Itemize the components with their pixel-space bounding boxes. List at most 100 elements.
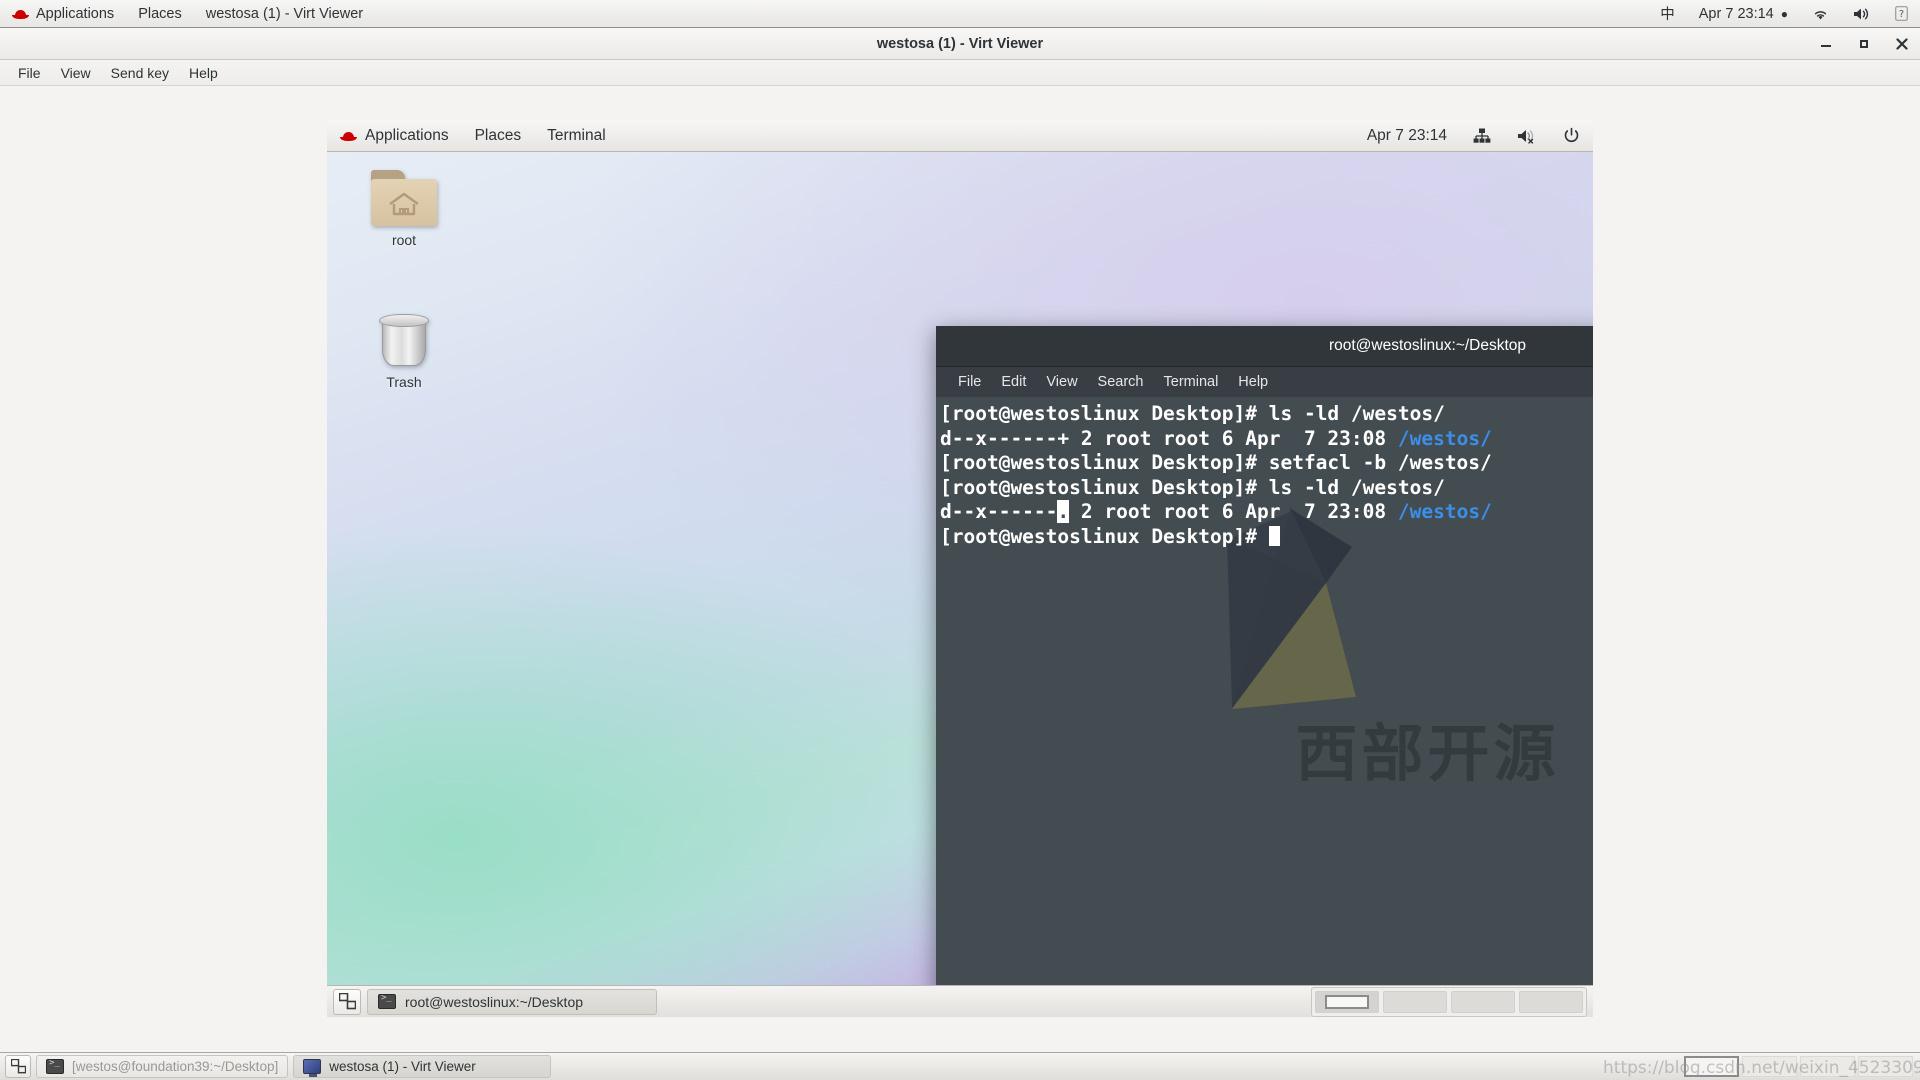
workspace-switcher[interactable]: [1311, 986, 1587, 1017]
host-places-menu[interactable]: Places: [126, 0, 194, 28]
guest-clock[interactable]: Apr 7 23:14: [1354, 120, 1460, 152]
guest-taskbar: root@westoslinux:~/Desktop: [327, 985, 1593, 1017]
guest-task-terminal[interactable]: root@westoslinux:~/Desktop: [367, 988, 657, 1015]
workspace-2[interactable]: [1383, 990, 1447, 1013]
guest-places-menu[interactable]: Places: [462, 120, 535, 152]
terminal-line: [root@westoslinux Desktop]# ls -ld /west…: [938, 402, 1593, 427]
close-button[interactable]: [1894, 36, 1910, 52]
terminal-watermark-text: 西部开源: [1295, 717, 1560, 790]
terminal-text: .: [1057, 500, 1070, 524]
trash-icon: [378, 314, 430, 368]
terminal-icon: [378, 993, 396, 1009]
network-wired-icon: [1473, 128, 1491, 144]
terminal-text: d--x------+ 2 root root 6 Apr 7 23:08: [940, 426, 1398, 450]
redhat-logo-icon: [340, 129, 357, 142]
vv-menu-file[interactable]: File: [8, 63, 51, 83]
terminal-text: /westos/: [1397, 500, 1492, 524]
terminal-line: d--x------. 2 root root 6 Apr 7 23:08 /w…: [938, 500, 1593, 525]
terminal-menu-view[interactable]: View: [1036, 374, 1087, 390]
guest-network-indicator[interactable]: [1460, 120, 1504, 152]
virt-viewer-window: westosa (1) - Virt Viewer File View Send…: [0, 28, 1920, 1052]
wifi-icon: [1812, 7, 1829, 21]
volume-icon: [1853, 7, 1871, 21]
terminal-output-area[interactable]: 西部开源 [root@westoslinux Desktop]# ls -ld …: [936, 397, 1593, 1000]
host-task-virt-viewer-label: westosa (1) - Virt Viewer: [329, 1059, 476, 1074]
notification-dot-icon: ●: [1780, 6, 1788, 21]
workspace-1[interactable]: [1315, 990, 1379, 1013]
desktop-icon-trash[interactable]: Trash: [356, 314, 452, 390]
virt-viewer-titlebar[interactable]: westosa (1) - Virt Viewer: [0, 28, 1920, 60]
guest-task-terminal-label: root@westoslinux:~/Desktop: [405, 993, 584, 1010]
desktop-icon-trash-label: Trash: [386, 374, 422, 390]
vv-menu-send-key[interactable]: Send key: [101, 63, 179, 83]
terminal-menu-search[interactable]: Search: [1088, 374, 1154, 390]
host-workspace-4[interactable]: [1858, 1056, 1913, 1077]
host-workspace-2[interactable]: [1742, 1056, 1797, 1077]
terminal-line: [root@westoslinux Desktop]# ls -ld /west…: [938, 476, 1593, 501]
guest-terminal-menu[interactable]: Terminal: [534, 120, 619, 152]
help-icon: ?: [1895, 6, 1908, 21]
guest-places-label: Places: [474, 126, 522, 144]
terminal-menu-terminal[interactable]: Terminal: [1154, 374, 1229, 390]
host-taskbar: [westos@foundation39:~/Desktop] westosa …: [0, 1052, 1920, 1080]
host-window-menu[interactable]: westosa (1) - Virt Viewer: [194, 0, 375, 28]
terminal-cursor: [1268, 525, 1280, 546]
terminal-title-label: root@westoslinux:~/Desktop: [1328, 337, 1527, 354]
terminal-window[interactable]: root@westoslinux:~/Desktop File Edit Vie…: [936, 326, 1593, 1000]
power-icon: [1563, 127, 1580, 144]
terminal-text: [root@westoslinux Desktop]# ls -ld /west…: [940, 475, 1445, 499]
terminal-titlebar[interactable]: root@westoslinux:~/Desktop: [936, 326, 1593, 367]
host-task-terminal[interactable]: [westos@foundation39:~/Desktop]: [36, 1055, 289, 1078]
terminal-icon: [46, 1058, 64, 1074]
terminal-menu-edit[interactable]: Edit: [991, 374, 1036, 390]
terminal-text: [root@westoslinux Desktop]# setfacl -b /…: [940, 451, 1492, 475]
vv-menu-help[interactable]: Help: [179, 63, 228, 83]
maximize-button[interactable]: [1856, 36, 1872, 52]
show-desktop-icon[interactable]: [5, 1055, 31, 1078]
host-network-indicator[interactable]: [1800, 0, 1841, 28]
host-volume-indicator[interactable]: [1841, 0, 1883, 28]
terminal-menu-file[interactable]: File: [948, 374, 991, 390]
guest-top-panel: Applications Places Terminal Apr 7 23:14: [327, 120, 1593, 152]
show-desktop-icon[interactable]: [333, 988, 361, 1015]
terminal-text: 2 root root 6 Apr 7 23:08: [1069, 500, 1398, 524]
guest-vm-display[interactable]: Applications Places Terminal Apr 7 23:14: [327, 120, 1593, 1017]
minimize-button[interactable]: [1818, 36, 1834, 52]
host-input-method[interactable]: 中: [1648, 0, 1687, 28]
volume-muted-icon: [1517, 128, 1537, 144]
guest-terminal-label: Terminal: [547, 126, 606, 144]
host-task-terminal-label: [westos@foundation39:~/Desktop]: [72, 1059, 279, 1074]
terminal-line: [root@westoslinux Desktop]# setfacl -b /…: [938, 451, 1593, 476]
desktop-icon-root[interactable]: root: [356, 170, 452, 248]
guest-volume-indicator[interactable]: [1504, 120, 1550, 152]
home-glyph-icon: [389, 192, 419, 216]
host-clock-label: Apr 7 23:14: [1698, 5, 1774, 22]
svg-text:?: ?: [1899, 9, 1904, 20]
terminal-lines: [root@westoslinux Desktop]# ls -ld /west…: [938, 402, 1593, 550]
terminal-text: d--x------: [940, 500, 1058, 524]
workspace-3[interactable]: [1451, 990, 1515, 1013]
redhat-logo-icon: [12, 7, 29, 20]
terminal-line: d--x------+ 2 root root 6 Apr 7 23:08 /w…: [938, 427, 1593, 452]
host-places-label: Places: [138, 5, 182, 22]
virt-viewer-menubar: File View Send key Help: [0, 60, 1920, 86]
host-task-virt-viewer[interactable]: westosa (1) - Virt Viewer: [293, 1055, 552, 1078]
host-applications-label: Applications: [36, 5, 115, 22]
desktop-icon-root-label: root: [391, 232, 417, 248]
terminal-line: [root@westoslinux Desktop]#: [938, 525, 1593, 550]
terminal-menu-help[interactable]: Help: [1228, 374, 1278, 390]
terminal-text: [root@westoslinux Desktop]# ls -ld /west…: [940, 402, 1445, 425]
vv-menu-view[interactable]: View: [51, 63, 101, 83]
host-applications-menu[interactable]: Applications: [0, 0, 126, 28]
guest-applications-menu[interactable]: Applications: [327, 120, 462, 152]
host-workspace-1[interactable]: [1684, 1056, 1739, 1077]
virt-viewer-title: westosa (1) - Virt Viewer: [876, 35, 1044, 52]
host-window-label: westosa (1) - Virt Viewer: [205, 5, 364, 22]
input-method-label: 中: [1660, 7, 1675, 23]
guest-power-indicator[interactable]: [1550, 120, 1593, 152]
host-help-indicator[interactable]: ?: [1883, 0, 1920, 28]
host-clock[interactable]: Apr 7 23:14 ●: [1687, 0, 1800, 28]
host-workspace-switcher[interactable]: https://blog.csdn.net/weixin_45233090: [1603, 1054, 1920, 1079]
host-workspace-3[interactable]: [1800, 1056, 1855, 1077]
workspace-4[interactable]: [1519, 990, 1583, 1013]
